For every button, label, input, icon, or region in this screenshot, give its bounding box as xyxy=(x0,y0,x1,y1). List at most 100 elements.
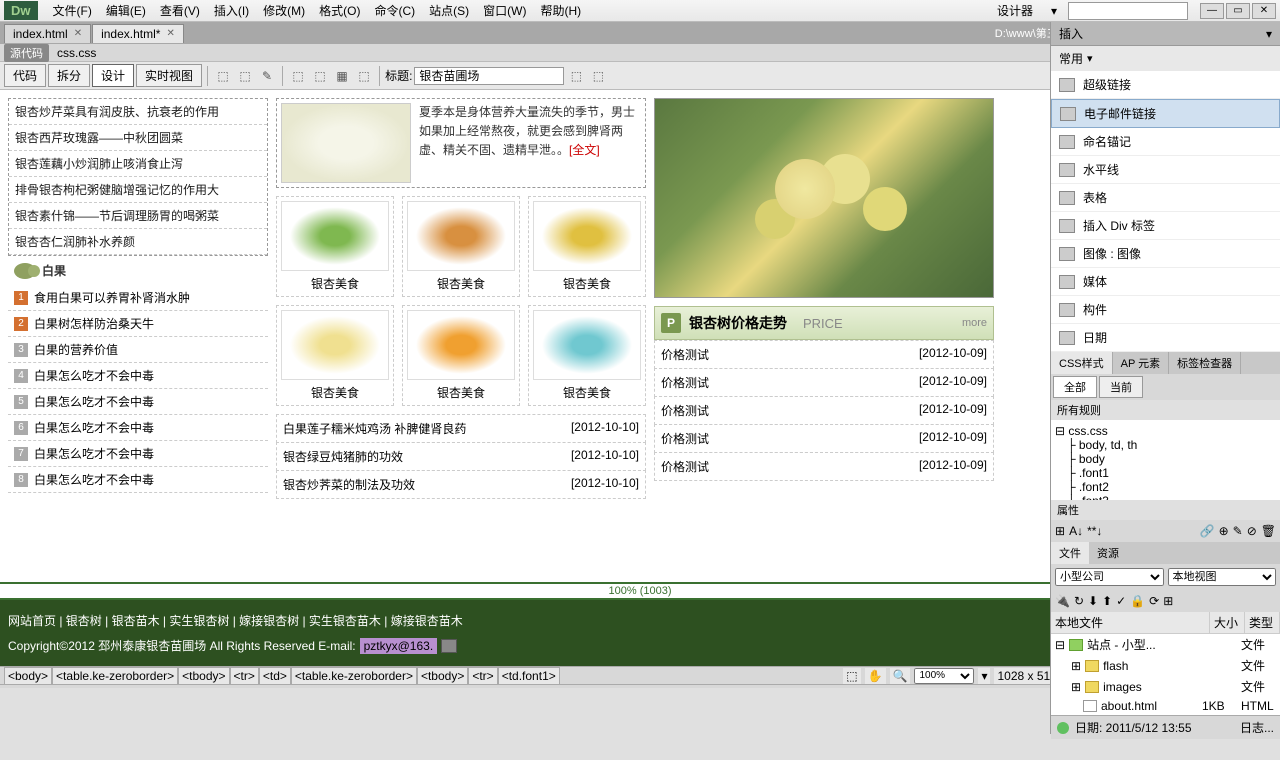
food-item[interactable]: 银杏美食 xyxy=(528,305,646,406)
menu-window[interactable]: 窗口(W) xyxy=(476,0,533,21)
title-input[interactable] xyxy=(414,67,564,85)
add-property-icon[interactable]: ⊞ xyxy=(1055,524,1065,538)
attach-icon[interactable]: 🔗 xyxy=(1200,524,1215,538)
toolbar-icon[interactable]: ⬚ xyxy=(566,66,586,86)
insert-item[interactable]: 命名锚记 xyxy=(1051,128,1280,156)
current-rules-button[interactable]: 当前 xyxy=(1099,376,1143,398)
dropdown-icon[interactable]: ▾ xyxy=(1044,2,1064,20)
edit-icon[interactable]: ✎ xyxy=(1233,524,1243,538)
delete-icon[interactable]: 🗑 xyxy=(1261,524,1276,538)
food-item[interactable]: 银杏美食 xyxy=(402,305,520,406)
insert-category[interactable]: 常用 ▾ xyxy=(1051,46,1280,71)
sort-icon[interactable]: A↓ xyxy=(1069,524,1083,538)
code-view-button[interactable]: 代码 xyxy=(4,64,46,87)
list-item[interactable]: 3白果的营养价值 xyxy=(8,337,268,363)
food-item[interactable]: 银杏美食 xyxy=(402,196,520,297)
tag-inspector-tab[interactable]: 标签检查器 xyxy=(1169,352,1241,374)
list-item[interactable]: 价格测试[2012-10-09] xyxy=(654,368,994,397)
zoom-tool-icon[interactable]: 🔍 xyxy=(890,668,911,684)
css-styles-tab[interactable]: CSS样式 xyxy=(1051,352,1113,374)
toolbar-icon[interactable]: ⬚ xyxy=(310,66,330,86)
disable-icon[interactable]: ⊘ xyxy=(1247,524,1257,538)
toolbar-icon[interactable]: ⬚ xyxy=(288,66,308,86)
list-item[interactable]: 8白果怎么吃才不会中毒 xyxy=(8,467,268,493)
insert-item[interactable]: 超级链接 xyxy=(1051,71,1280,99)
new-rule-icon[interactable]: ⊕ xyxy=(1219,524,1229,538)
log-link[interactable]: 日志... xyxy=(1240,719,1274,736)
connect-icon[interactable]: 🔌 xyxy=(1055,594,1070,608)
tag-selector-item[interactable]: <tbody> xyxy=(417,667,468,685)
list-item[interactable]: 5白果怎么吃才不会中毒 xyxy=(8,389,268,415)
assets-tab[interactable]: 资源 xyxy=(1089,542,1127,564)
maximize-button[interactable]: ▭ xyxy=(1226,3,1250,19)
live-view-button[interactable]: 实时视图 xyxy=(136,64,202,87)
list-item[interactable]: 价格测试[2012-10-09] xyxy=(654,396,994,425)
zoom-select[interactable]: 100% xyxy=(914,668,974,684)
get-icon[interactable]: ⬇ xyxy=(1088,594,1098,608)
checkin-icon[interactable]: 🔒 xyxy=(1130,594,1145,608)
toolbar-icon[interactable]: ▦ xyxy=(332,66,352,86)
list-item[interactable]: 价格测试[2012-10-09] xyxy=(654,424,994,453)
read-more-link[interactable]: [全文] xyxy=(569,143,600,157)
list-item[interactable]: 银杏绿豆炖猪肺的功效[2012-10-10] xyxy=(276,442,646,471)
list-item[interactable]: 白果莲子糯米炖鸡汤 补脾健肾良药[2012-10-10] xyxy=(276,414,646,443)
close-icon[interactable]: ✕ xyxy=(74,28,82,39)
minimize-button[interactable]: — xyxy=(1200,3,1224,19)
email-icon[interactable] xyxy=(441,639,457,653)
expand-icon[interactable]: ⊞ xyxy=(1163,594,1173,608)
menu-edit[interactable]: 编辑(E) xyxy=(99,0,153,21)
tag-selector-item[interactable]: <body> xyxy=(4,667,52,685)
insert-item[interactable]: 水平线 xyxy=(1051,156,1280,184)
hand-tool-icon[interactable]: ✋ xyxy=(865,668,886,684)
insert-item[interactable]: 媒体 xyxy=(1051,268,1280,296)
food-item[interactable]: 银杏美食 xyxy=(276,305,394,406)
category-icon[interactable]: **↓ xyxy=(1087,524,1102,538)
checkout-icon[interactable]: ✓ xyxy=(1116,594,1126,608)
selection-tool-icon[interactable]: ⬚ xyxy=(843,668,860,684)
view-select[interactable]: 本地视图 xyxy=(1168,568,1277,586)
menu-format[interactable]: 格式(O) xyxy=(312,0,367,21)
design-view-button[interactable]: 设计 xyxy=(92,64,134,87)
menu-site[interactable]: 站点(S) xyxy=(422,0,476,21)
toolbar-icon[interactable]: ⬚ xyxy=(213,66,233,86)
email-link[interactable]: pztkyx@163. xyxy=(360,638,438,654)
tag-selector-item[interactable]: <tr> xyxy=(230,667,259,685)
workspace-switcher[interactable]: 设计器 xyxy=(990,0,1040,21)
list-item[interactable]: 2白果树怎样防治桑天牛 xyxy=(8,311,268,337)
list-item[interactable]: 4白果怎么吃才不会中毒 xyxy=(8,363,268,389)
related-file[interactable]: css.css xyxy=(57,46,96,60)
toolbar-icon[interactable]: ⬚ xyxy=(588,66,608,86)
insert-item[interactable]: 表格 xyxy=(1051,184,1280,212)
split-view-button[interactable]: 拆分 xyxy=(48,64,90,87)
ap-elements-tab[interactable]: AP 元素 xyxy=(1113,352,1170,374)
list-item[interactable]: 6白果怎么吃才不会中毒 xyxy=(8,415,268,441)
tag-selector-item[interactable]: <tr> xyxy=(468,667,497,685)
more-link[interactable]: more xyxy=(962,317,987,329)
file-tab-active[interactable]: index.html*✕ xyxy=(92,24,184,43)
food-item[interactable]: 银杏美食 xyxy=(276,196,394,297)
toolbar-icon[interactable]: ✎ xyxy=(257,66,277,86)
files-tab[interactable]: 文件 xyxy=(1051,542,1089,564)
search-input[interactable] xyxy=(1068,2,1188,20)
tag-selector-item[interactable]: <table.ke-zeroborder> xyxy=(52,667,178,685)
list-item[interactable]: 排骨银杏枸杞粥健脑增强记忆的作用大 xyxy=(9,177,267,203)
menu-modify[interactable]: 修改(M) xyxy=(256,0,312,21)
insert-item[interactable]: 日期 xyxy=(1051,324,1280,352)
files-tree[interactable]: 本地文件 大小 类型 ⊟站点 - 小型...文件 ⊞flash文件 ⊞image… xyxy=(1051,612,1280,715)
tag-selector-item[interactable]: <td> xyxy=(259,667,291,685)
file-tab[interactable]: index.html✕ xyxy=(4,24,91,43)
toolbar-icon[interactable]: ⬚ xyxy=(235,66,255,86)
tag-selector-item[interactable]: <td.font1> xyxy=(498,667,560,685)
all-rules-button[interactable]: 全部 xyxy=(1053,376,1097,398)
toolbar-icon[interactable]: ⬚ xyxy=(354,66,374,86)
list-item[interactable]: 价格测试[2012-10-09] xyxy=(654,452,994,481)
insert-item[interactable]: 插入 Div 标签 xyxy=(1051,212,1280,240)
close-icon[interactable]: ✕ xyxy=(166,28,174,39)
food-item[interactable]: 银杏美食 xyxy=(528,196,646,297)
list-item[interactable]: 银杏炒荠菜的制法及功效[2012-10-10] xyxy=(276,470,646,499)
list-item[interactable]: 银杏素什锦——节后调理肠胃的喝粥菜 xyxy=(9,203,267,229)
insert-item[interactable]: 构件 xyxy=(1051,296,1280,324)
insert-panel-tab[interactable]: 插入▾ xyxy=(1051,22,1280,46)
list-item[interactable]: 银杏莲藕小炒润肺止咳消食止泻 xyxy=(9,151,267,177)
list-item[interactable]: 银杏西芹玫瑰露——中秋团圆菜 xyxy=(9,125,267,151)
